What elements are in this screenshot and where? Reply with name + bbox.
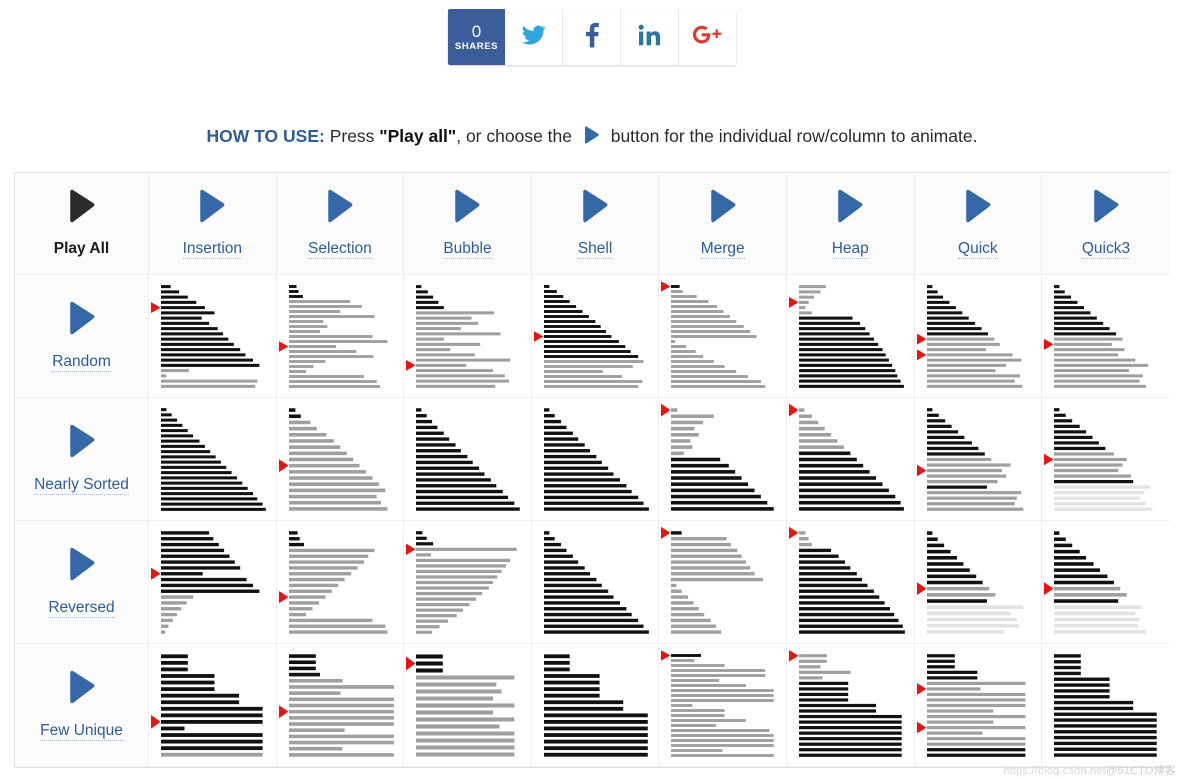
play-icon bbox=[582, 126, 601, 151]
play-icon[interactable] bbox=[323, 189, 357, 228]
play-icon[interactable] bbox=[65, 547, 99, 586]
column-header-label: Selection bbox=[308, 239, 372, 259]
how-to-use-text3: button for the individual row/column to … bbox=[605, 126, 978, 146]
how-to-use-play-all: "Play all" bbox=[379, 126, 457, 146]
sort-visualization-random-merge[interactable] bbox=[659, 275, 787, 398]
column-header-insertion[interactable]: Insertion bbox=[149, 173, 277, 275]
sort-visualization-nearly-sorted-bubble[interactable] bbox=[404, 398, 532, 521]
column-header-shell[interactable]: Shell bbox=[531, 173, 660, 275]
how-to-use-text2: , or choose the bbox=[456, 126, 577, 146]
play-icon[interactable] bbox=[65, 189, 99, 228]
sort-visualization-nearly-sorted-shell[interactable] bbox=[531, 398, 660, 521]
play-icon[interactable] bbox=[65, 670, 99, 709]
column-header-label: Shell bbox=[577, 239, 613, 259]
facebook-icon bbox=[585, 22, 599, 53]
column-header-label: Insertion bbox=[182, 239, 243, 259]
row-header-label: Random bbox=[52, 352, 111, 372]
sort-visualization-reversed-quick3[interactable] bbox=[1042, 521, 1170, 644]
column-header-selection[interactable]: Selection bbox=[276, 173, 405, 275]
sort-visualization-random-bubble[interactable] bbox=[404, 275, 532, 398]
how-to-use-instructions: HOW TO USE: Press "Play all", or choose … bbox=[0, 124, 1184, 151]
sort-visualization-few-unique-bubble[interactable] bbox=[404, 644, 532, 767]
share-count-number: 0 bbox=[471, 21, 482, 41]
sort-visualization-few-unique-quick3[interactable] bbox=[1042, 644, 1170, 767]
sort-visualization-reversed-merge[interactable] bbox=[659, 521, 787, 644]
row-header-few-unique[interactable]: Few Unique bbox=[15, 644, 149, 767]
sort-visualization-nearly-sorted-quick[interactable] bbox=[914, 398, 1043, 521]
sort-visualization-few-unique-merge[interactable] bbox=[659, 644, 787, 767]
sort-visualization-nearly-sorted-heap[interactable] bbox=[786, 398, 915, 521]
sort-visualization-few-unique-selection[interactable] bbox=[276, 644, 405, 767]
googleplus-share-button[interactable] bbox=[679, 9, 736, 65]
play-icon[interactable] bbox=[1089, 189, 1123, 228]
play-icon[interactable] bbox=[450, 189, 484, 228]
share-count[interactable]: 0 SHARES bbox=[448, 9, 505, 65]
column-header-label: Quick bbox=[958, 239, 998, 259]
sort-visualization-few-unique-insertion[interactable] bbox=[149, 644, 277, 767]
social-share-bar: 0 SHARES bbox=[448, 9, 736, 65]
sort-visualization-random-shell[interactable] bbox=[531, 275, 660, 398]
column-header-play-all[interactable]: Play All bbox=[15, 173, 149, 275]
how-to-use-prefix: HOW TO USE: bbox=[206, 126, 325, 146]
sort-visualization-few-unique-quick[interactable] bbox=[914, 644, 1043, 767]
play-icon[interactable] bbox=[65, 424, 99, 463]
column-header-quick3[interactable]: Quick3 bbox=[1042, 173, 1170, 275]
play-icon[interactable] bbox=[578, 189, 612, 228]
share-count-label: SHARES bbox=[454, 40, 499, 52]
sort-visualization-reversed-selection[interactable] bbox=[276, 521, 405, 644]
sort-visualization-nearly-sorted-merge[interactable] bbox=[659, 398, 787, 521]
sort-visualization-nearly-sorted-quick3[interactable] bbox=[1042, 398, 1170, 521]
facebook-share-button[interactable] bbox=[563, 9, 621, 65]
play-icon[interactable] bbox=[195, 189, 229, 228]
column-header-bubble[interactable]: Bubble bbox=[404, 173, 532, 275]
sort-visualization-random-insertion[interactable] bbox=[149, 275, 277, 398]
play-icon[interactable] bbox=[706, 189, 740, 228]
sort-visualization-reversed-quick[interactable] bbox=[914, 521, 1043, 644]
row-header-random[interactable]: Random bbox=[15, 275, 149, 398]
sorting-algorithms-grid: Play All Insertion Selection Bubble Shell Mer… bbox=[14, 172, 1170, 768]
sort-visualization-random-heap[interactable] bbox=[786, 275, 915, 398]
row-header-label: Few Unique bbox=[40, 721, 123, 741]
twitter-icon bbox=[521, 25, 546, 50]
row-header-label: Reversed bbox=[48, 598, 115, 618]
column-header-label: Bubble bbox=[443, 239, 492, 259]
column-header-label: Play All bbox=[53, 240, 110, 257]
row-header-reversed[interactable]: Reversed bbox=[15, 521, 149, 644]
how-to-use-text1: Press bbox=[324, 126, 380, 146]
sort-visualization-reversed-heap[interactable] bbox=[786, 521, 915, 644]
column-header-merge[interactable]: Merge bbox=[659, 173, 787, 275]
linkedin-icon bbox=[638, 24, 661, 50]
play-icon[interactable] bbox=[961, 189, 995, 228]
sort-visualization-nearly-sorted-selection[interactable] bbox=[276, 398, 405, 521]
column-header-quick[interactable]: Quick bbox=[914, 173, 1043, 275]
sort-visualization-few-unique-heap[interactable] bbox=[786, 644, 915, 767]
row-header-nearly-sorted[interactable]: Nearly Sorted bbox=[15, 398, 149, 521]
sort-visualization-reversed-bubble[interactable] bbox=[404, 521, 532, 644]
sort-visualization-reversed-shell[interactable] bbox=[531, 521, 660, 644]
sort-visualization-random-quick[interactable] bbox=[914, 275, 1043, 398]
linkedin-share-button[interactable] bbox=[621, 9, 679, 65]
play-icon[interactable] bbox=[833, 189, 867, 228]
column-header-heap[interactable]: Heap bbox=[786, 173, 915, 275]
play-icon[interactable] bbox=[65, 301, 99, 340]
column-header-label: Merge bbox=[700, 239, 745, 259]
row-header-label: Nearly Sorted bbox=[34, 475, 129, 495]
sort-visualization-random-selection[interactable] bbox=[276, 275, 405, 398]
sort-visualization-reversed-insertion[interactable] bbox=[149, 521, 277, 644]
sort-visualization-few-unique-shell[interactable] bbox=[531, 644, 660, 767]
googleplus-icon bbox=[692, 24, 724, 50]
sort-visualization-nearly-sorted-insertion[interactable] bbox=[149, 398, 277, 521]
column-header-label: Quick3 bbox=[1081, 239, 1131, 259]
sort-visualization-random-quick3[interactable] bbox=[1042, 275, 1170, 398]
column-header-label: Heap bbox=[831, 239, 869, 259]
twitter-share-button[interactable] bbox=[505, 9, 563, 65]
